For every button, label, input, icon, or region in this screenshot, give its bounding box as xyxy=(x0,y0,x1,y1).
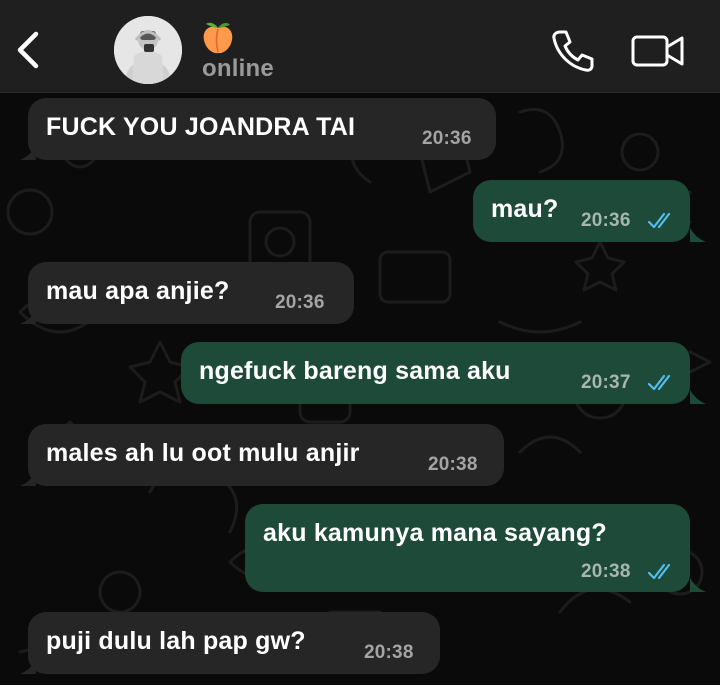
bubble-tail xyxy=(20,310,36,324)
video-camera-icon xyxy=(631,35,684,67)
message-bubble-outgoing[interactable]: aku kamunya mana sayang? 20:38 xyxy=(245,504,690,592)
message-time: 20:36 xyxy=(581,210,631,231)
message-bubble-incoming[interactable]: males ah lu oot mulu anjir 20:38 xyxy=(28,424,504,486)
voice-call-button[interactable] xyxy=(548,28,596,74)
message-bubble-outgoing[interactable]: mau? 20:36 xyxy=(473,180,690,242)
message-time: 20:38 xyxy=(581,561,631,582)
phone-icon xyxy=(552,30,594,72)
avatar-photo xyxy=(114,16,182,84)
read-receipt-icon xyxy=(647,212,671,229)
message-text: puji dulu lah pap gw? xyxy=(46,627,306,655)
bubble-tail xyxy=(20,660,36,674)
video-call-button[interactable] xyxy=(630,32,686,70)
message-list[interactable]: FUCK YOU JOANDRA TAI 20:36 mau? 20:36 ma… xyxy=(0,92,720,685)
message-text: males ah lu oot mulu anjir xyxy=(46,439,360,467)
message-bubble-incoming[interactable]: puji dulu lah pap gw? 20:38 xyxy=(28,612,440,674)
message-time: 20:38 xyxy=(364,642,414,663)
message-time: 20:37 xyxy=(581,372,631,393)
contact-status: online xyxy=(202,55,274,82)
message-text: FUCK YOU JOANDRA TAI xyxy=(46,113,356,141)
contact-avatar[interactable] xyxy=(114,16,182,84)
read-receipt-icon xyxy=(647,563,671,580)
bubble-tail xyxy=(20,146,36,160)
message-bubble-outgoing[interactable]: ngefuck bareng sama aku 20:37 xyxy=(181,342,690,404)
bubble-tail xyxy=(690,390,706,404)
message-text: ngefuck bareng sama aku xyxy=(199,357,511,385)
message-bubble-incoming[interactable]: FUCK YOU JOANDRA TAI 20:36 xyxy=(28,98,496,160)
contact-name-emoji[interactable] xyxy=(200,20,236,56)
message-text: mau apa anjie? xyxy=(46,277,230,305)
message-time: 20:38 xyxy=(428,454,478,475)
read-receipt-icon xyxy=(647,374,671,391)
chat-screen: online FUCK YOU JOANDRA TAI 20:36 mau? 2… xyxy=(0,0,720,685)
message-bubble-incoming[interactable]: mau apa anjie? 20:36 xyxy=(28,262,354,324)
back-button[interactable] xyxy=(12,28,48,72)
chevron-left-icon xyxy=(17,31,39,69)
message-time: 20:36 xyxy=(422,128,472,149)
bubble-tail xyxy=(690,228,706,242)
message-text: mau? xyxy=(491,195,559,223)
message-text: aku kamunya mana sayang? xyxy=(263,519,607,547)
peach-icon xyxy=(203,22,233,54)
chat-header: online xyxy=(0,0,720,93)
bubble-tail xyxy=(20,472,36,486)
message-time: 20:36 xyxy=(275,292,325,313)
bubble-tail xyxy=(690,578,706,592)
